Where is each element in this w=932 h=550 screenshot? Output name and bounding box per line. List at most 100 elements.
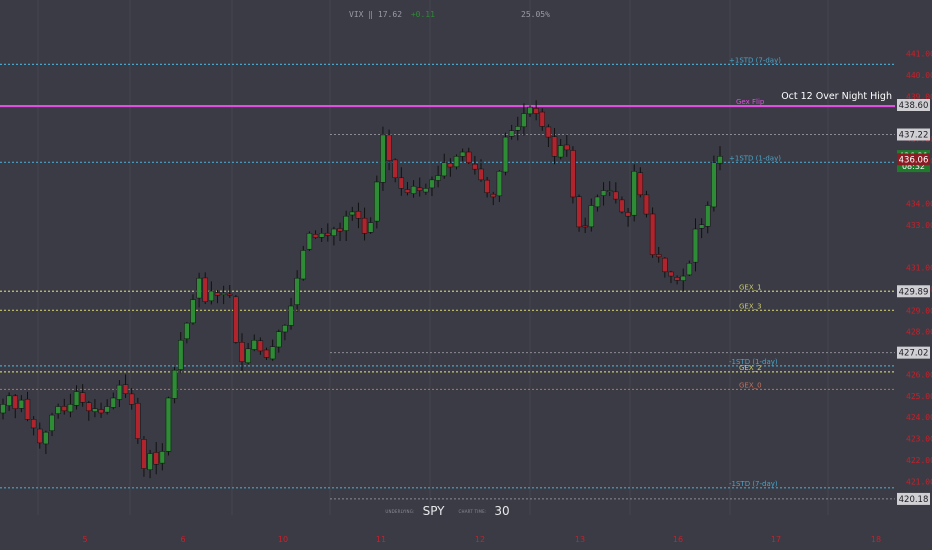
candle-body-116 bbox=[711, 162, 717, 208]
candle-82 bbox=[502, 132, 509, 176]
candle-52 bbox=[318, 228, 325, 242]
candle-91 bbox=[557, 138, 564, 160]
candle-110 bbox=[674, 275, 680, 285]
price-tag-5: 427.02 bbox=[897, 346, 930, 359]
candle-body-41 bbox=[251, 339, 257, 350]
candle-body-54 bbox=[331, 228, 337, 236]
candle-body-59 bbox=[361, 217, 368, 234]
y-tick-label-1: 440.00 bbox=[906, 71, 932, 80]
vix-value: 17.62 bbox=[377, 10, 403, 19]
candle-body-14 bbox=[86, 402, 92, 412]
candle-body-100 bbox=[613, 191, 619, 200]
price-chart[interactable]: +1STD (7-day) Gex Flip Oct 12 Over Night H… bbox=[0, 0, 932, 550]
candle-body-55 bbox=[337, 228, 343, 232]
candle-body-75 bbox=[459, 151, 466, 157]
x-tick-label-2: 10 bbox=[278, 535, 288, 544]
candle-body-2 bbox=[12, 395, 18, 409]
candle-body-34 bbox=[208, 290, 215, 302]
candle-body-26 bbox=[159, 451, 166, 464]
candle-15 bbox=[92, 399, 98, 418]
x-tick-label-3: 11 bbox=[376, 535, 386, 544]
level-label-5: GEX_1 bbox=[739, 283, 762, 291]
candle-body-104 bbox=[637, 172, 644, 196]
candle-body-32 bbox=[196, 277, 202, 299]
price-tag-label-5: 427.02 bbox=[899, 349, 929, 359]
price-axis[interactable]: 441.00440.00439.00437.00436.00434.00433.… bbox=[906, 50, 932, 487]
pct-readout: 25.05% bbox=[521, 10, 550, 19]
candle-73 bbox=[447, 158, 454, 177]
candle-63 bbox=[386, 129, 392, 171]
candle-74 bbox=[453, 154, 460, 170]
candle-body-17 bbox=[104, 406, 110, 413]
candle-35 bbox=[214, 290, 221, 304]
y-tick-label-0: 441.00 bbox=[906, 50, 932, 59]
candle-117 bbox=[717, 146, 723, 171]
candle-12 bbox=[73, 385, 80, 410]
candle-body-3 bbox=[18, 399, 25, 409]
candle-body-67 bbox=[410, 186, 417, 194]
y-tick-label-7: 431.00 bbox=[906, 264, 932, 273]
candle-25 bbox=[153, 442, 159, 475]
vix-change: +0.11 bbox=[410, 10, 435, 19]
candle-body-85 bbox=[521, 113, 527, 128]
candle-body-11 bbox=[67, 404, 74, 413]
candle-11 bbox=[67, 393, 74, 418]
candle-30 bbox=[184, 321, 190, 344]
candle-body-50 bbox=[306, 233, 313, 250]
candle-67 bbox=[410, 180, 417, 198]
candle-body-106 bbox=[649, 213, 656, 255]
candle-body-110 bbox=[674, 277, 680, 281]
time-axis[interactable]: 5 6 10 11 12 13 16 17 18 bbox=[82, 535, 881, 544]
candle-body-114 bbox=[698, 224, 705, 229]
candle-56 bbox=[343, 210, 349, 241]
candle-27 bbox=[165, 396, 172, 456]
y-tick-label-15: 422.00 bbox=[906, 456, 932, 465]
candle-body-6 bbox=[37, 428, 43, 444]
candle-77 bbox=[472, 155, 478, 175]
candle-36 bbox=[220, 285, 227, 305]
candle-body-77 bbox=[472, 163, 478, 170]
candle-111 bbox=[680, 268, 686, 291]
candle-114 bbox=[698, 218, 705, 239]
overnight-high-label: Oct 12 Over Night High bbox=[781, 91, 892, 102]
price-tag-4: 429.89 bbox=[897, 285, 930, 298]
underlying-symbol[interactable]: SPY bbox=[423, 504, 445, 518]
x-tick-label-8: 18 bbox=[871, 535, 881, 544]
candle-body-82 bbox=[502, 136, 509, 173]
candle-body-98 bbox=[600, 190, 607, 196]
candle-body-47 bbox=[288, 305, 294, 326]
candle-body-113 bbox=[692, 228, 699, 263]
candle-72 bbox=[441, 153, 447, 179]
candle-87 bbox=[533, 100, 539, 121]
candle-body-22 bbox=[135, 403, 141, 439]
candle-body-108 bbox=[662, 257, 668, 273]
y-tick-label-13: 424.00 bbox=[906, 413, 932, 422]
candle-body-117 bbox=[717, 156, 723, 164]
chart-grid bbox=[37, 0, 829, 515]
candle-100 bbox=[613, 182, 619, 204]
candle-body-88 bbox=[539, 111, 545, 127]
candle-body-73 bbox=[447, 162, 454, 168]
candle-31 bbox=[190, 294, 196, 325]
candle-body-37 bbox=[227, 293, 233, 296]
candle-body-97 bbox=[594, 196, 601, 208]
candle-95 bbox=[582, 217, 588, 234]
candle-7 bbox=[43, 430, 49, 455]
candle-body-71 bbox=[435, 175, 441, 181]
candle-body-7 bbox=[43, 431, 49, 445]
candle-93 bbox=[570, 146, 576, 204]
x-tick-label-6: 16 bbox=[673, 535, 683, 544]
candle-54 bbox=[331, 226, 337, 246]
candle-89 bbox=[545, 124, 552, 148]
vix-label: VIX bbox=[349, 10, 364, 19]
candle-body-107 bbox=[656, 254, 662, 258]
chart-time-value[interactable]: 30 bbox=[494, 504, 509, 518]
y-tick-label-5: 434.00 bbox=[906, 199, 932, 208]
price-tag-label-0: 438.60 bbox=[899, 101, 929, 111]
candle-108 bbox=[662, 257, 668, 278]
candle-68 bbox=[417, 177, 423, 197]
candle-115 bbox=[705, 201, 711, 234]
candle-body-96 bbox=[588, 205, 595, 228]
candle-body-51 bbox=[312, 234, 319, 238]
candle-48 bbox=[294, 270, 300, 312]
